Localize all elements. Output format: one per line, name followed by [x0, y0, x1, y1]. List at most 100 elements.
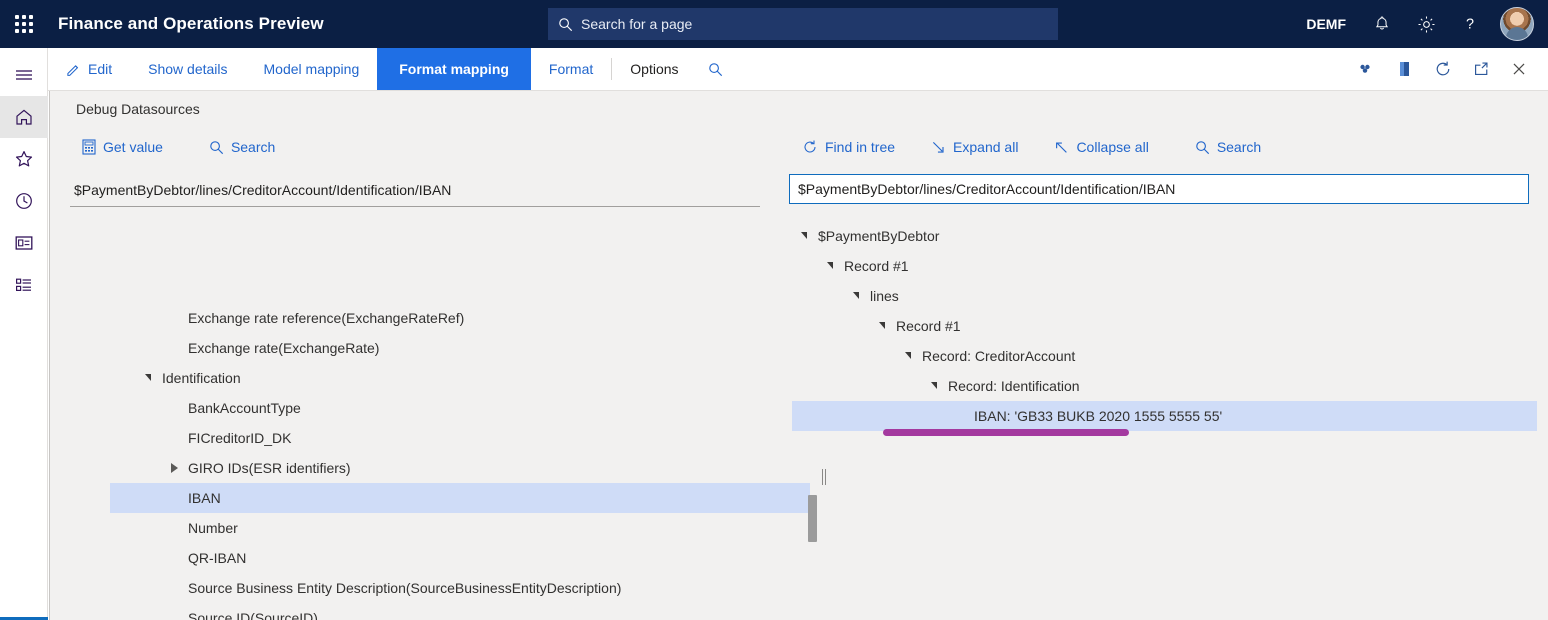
personalize-icon[interactable] [1348, 48, 1386, 90]
refresh-circle-icon [802, 139, 818, 155]
app-title: Finance and Operations Preview [58, 14, 324, 34]
right-result-tree: $PaymentByDebtor Record #1 lines Record #1 R… [792, 221, 1537, 431]
options-button[interactable]: Options [612, 48, 696, 90]
caret-down-icon[interactable] [136, 375, 160, 382]
model-mapping-label: Model mapping [264, 61, 360, 77]
caret-down-glyph [931, 382, 937, 389]
highlight-underline [883, 429, 1129, 436]
tree-node-label: Record #1 [894, 318, 961, 334]
format-mapping-tab[interactable]: Format mapping [377, 48, 531, 90]
recent-clock-icon[interactable] [0, 180, 48, 222]
tree-node[interactable]: IBAN: 'GB33 BUKB 2020 1555 5555 55' [792, 401, 1537, 431]
tree-node[interactable]: $PaymentByDebtor [792, 221, 1537, 251]
find-in-tree-button[interactable]: Find in tree [790, 133, 907, 161]
caret-down-glyph [145, 374, 151, 381]
page-title: Debug Datasources [76, 101, 200, 117]
tree-node[interactable]: Record #1 [792, 251, 1537, 281]
right-panel-toolbar: Find in tree Expand all Collapse all Sea… [790, 133, 1273, 161]
tree-node-label: IBAN [186, 490, 221, 506]
tree-node-label: $PaymentByDebtor [816, 228, 939, 244]
tree-node[interactable]: Source Business Entity Description(Sourc… [110, 573, 810, 603]
caret-down-icon[interactable] [922, 383, 946, 390]
get-value-button[interactable]: Get value [70, 133, 175, 161]
format-label: Format [549, 61, 593, 77]
tree-node[interactable]: FICreditorID_DK [110, 423, 810, 453]
waffle-grid-icon[interactable] [0, 0, 48, 48]
get-value-label: Get value [103, 139, 163, 155]
left-datasource-tree: Exchange rate reference(ExchangeRateRef)… [110, 303, 810, 620]
notifications-bell-icon[interactable] [1362, 0, 1402, 48]
pencil-icon [66, 62, 81, 77]
tree-node[interactable]: Record: CreditorAccount [792, 341, 1537, 371]
right-search-button[interactable]: Search [1183, 133, 1273, 161]
caret-right-icon[interactable] [162, 463, 186, 473]
tree-node-label: FICreditorID_DK [186, 430, 291, 446]
panel-splitter-grip[interactable] [820, 469, 828, 485]
user-avatar[interactable] [1500, 7, 1534, 41]
tree-node[interactable]: Number [110, 513, 810, 543]
tree-node-label: Number [186, 520, 238, 536]
caret-down-icon[interactable] [844, 293, 868, 300]
tree-node-label: BankAccountType [186, 400, 301, 416]
caret-down-icon[interactable] [896, 353, 920, 360]
company-selector[interactable]: DEMF [1294, 16, 1358, 32]
refresh-icon[interactable] [1424, 48, 1462, 90]
edit-button[interactable]: Edit [48, 48, 130, 90]
tree-node[interactable]: Exchange rate reference(ExchangeRateRef) [110, 303, 810, 333]
office-app-icon[interactable] [1386, 48, 1424, 90]
expand-all-button[interactable]: Expand all [919, 133, 1030, 161]
format-mapping-label: Format mapping [399, 61, 509, 77]
close-icon[interactable] [1500, 48, 1538, 90]
workspaces-icon[interactable] [0, 222, 48, 264]
caret-down-icon[interactable] [870, 323, 894, 330]
tree-node[interactable]: QR-IBAN [110, 543, 810, 573]
show-details-label: Show details [148, 61, 227, 77]
expand-all-label: Expand all [953, 139, 1018, 155]
tree-node-label: lines [868, 288, 899, 304]
waffle-dots [15, 15, 33, 33]
caret-right-glyph [171, 463, 178, 473]
global-search-placeholder: Search for a page [581, 16, 692, 32]
hamburger-menu-icon[interactable] [0, 54, 48, 96]
ribbon-search-icon[interactable] [697, 48, 735, 90]
tree-node[interactable]: Exchange rate(ExchangeRate) [110, 333, 810, 363]
collapse-all-button[interactable]: Collapse all [1042, 133, 1160, 161]
tree-node-label: Source ID(SourceID) [186, 610, 318, 620]
left-tree-scrollbar-thumb[interactable] [808, 495, 817, 542]
search-icon [1195, 140, 1210, 155]
tree-node[interactable]: Identification [110, 363, 810, 393]
tree-node[interactable]: Source ID(SourceID) [110, 603, 810, 620]
left-path-input[interactable] [70, 179, 760, 207]
caret-down-icon[interactable] [792, 233, 816, 240]
search-icon [209, 140, 224, 155]
tree-node[interactable]: GIRO IDs(ESR identifiers) [110, 453, 810, 483]
tree-node-label: Record #1 [842, 258, 909, 274]
settings-gear-icon[interactable] [1406, 0, 1446, 48]
tree-node-label: QR-IBAN [186, 550, 246, 566]
modules-list-icon[interactable] [0, 264, 48, 306]
caret-down-glyph [879, 322, 885, 329]
left-search-button[interactable]: Search [197, 133, 287, 161]
show-details-button[interactable]: Show details [130, 48, 245, 90]
tree-node-label: Exchange rate(ExchangeRate) [186, 340, 379, 356]
help-question-icon[interactable]: ? [1450, 0, 1490, 48]
caret-down-icon[interactable] [818, 263, 842, 270]
left-panel-toolbar: Get value Search [70, 133, 287, 161]
tree-node[interactable]: BankAccountType [110, 393, 810, 423]
tree-node[interactable]: IBAN [110, 483, 810, 513]
favorites-star-icon[interactable] [0, 138, 48, 180]
svg-text:?: ? [1466, 17, 1474, 33]
tree-node-label: Identification [160, 370, 241, 386]
global-search-box[interactable]: Search for a page [548, 8, 1058, 40]
tree-node[interactable]: Record: Identification [792, 371, 1537, 401]
model-mapping-tab[interactable]: Model mapping [246, 48, 378, 90]
tree-node[interactable]: lines [792, 281, 1537, 311]
top-right-controls: DEMF ? [1294, 0, 1540, 48]
open-in-new-window-icon[interactable] [1462, 48, 1500, 90]
right-path-input[interactable] [789, 174, 1529, 204]
format-tab[interactable]: Format [531, 48, 611, 90]
home-icon[interactable] [0, 96, 48, 138]
tree-node[interactable]: Record #1 [792, 311, 1537, 341]
top-navigation-bar: Finance and Operations Preview Search fo… [0, 0, 1548, 48]
page-body: Debug Datasources Get value Search Excha… [49, 91, 1548, 620]
